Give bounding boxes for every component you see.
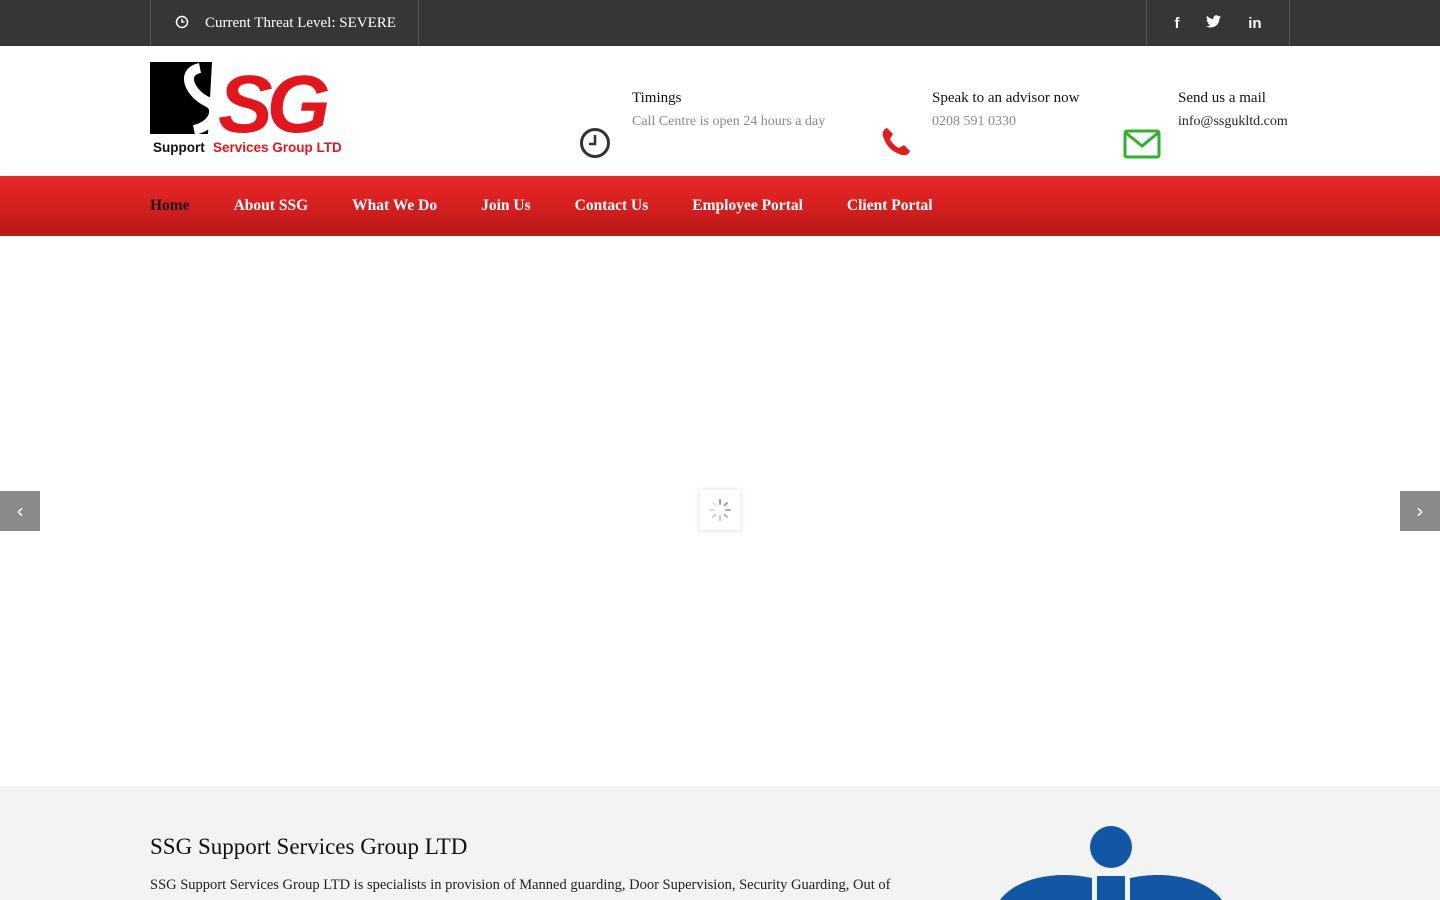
nav-item-what-we-do[interactable]: What We Do [352,197,437,215]
timings-label: Timings [632,90,682,106]
chevron-left-icon: ‹ [16,499,24,523]
mail-label: Send us a mail [1178,90,1266,106]
about-section: SSG Support Services Group LTD SSG Suppo… [0,786,1440,900]
twitter-icon[interactable] [1206,14,1222,32]
advisor-info: Speak to an advisor now 0208 591 0330 [932,88,1079,132]
nav-item-contact[interactable]: Contact Us [575,197,649,215]
about-title: SSG Support Services Group LTD [150,834,468,859]
timings-value: Call Centre is open 24 hours a day [632,114,826,129]
slider-prev-button[interactable]: ‹ [0,491,40,531]
phone-icon [880,126,912,163]
timings-info: Timings Call Centre is open 24 hours a d… [632,88,825,132]
envelope-icon [1123,128,1161,165]
chevron-right-icon: › [1416,499,1424,523]
loading-spinner [700,490,740,530]
nav-item-home[interactable]: Home [150,197,190,215]
logo-tagline-support: Support [153,140,205,155]
mail-address[interactable]: info@ssgukltd.com [1178,112,1288,132]
facebook-icon[interactable]: f [1174,15,1179,32]
social-links: f in [1146,0,1290,46]
mail-info: Send us a mail info@ssgukltd.com [1178,88,1288,132]
slider-next-button[interactable]: › [1400,491,1440,531]
ssg-logo[interactable]: SG Support Services Group LTD [150,59,350,156]
clock-icon [579,127,611,164]
hero-slider: ‹ › [0,236,1440,786]
clock-icon [175,15,189,29]
nav-item-about[interactable]: About SSG [234,197,309,215]
nav-item-employee-portal[interactable]: Employee Portal [692,197,803,215]
threat-level: Current Threat Level: SEVERE [150,0,419,46]
advisor-label: Speak to an advisor now [932,90,1080,106]
sia-logo [996,826,1226,900]
nav-item-client-portal[interactable]: Client Portal [847,197,933,215]
main-nav: Home About SSG What We Do Join Us Contac… [0,176,1440,236]
nav-item-join-us[interactable]: Join Us [481,197,531,215]
top-bar: Current Threat Level: SEVERE f in [0,0,1440,46]
linkedin-icon[interactable]: in [1248,15,1261,32]
about-text: SSG Support Services Group LTD is specia… [150,877,891,893]
logo-letters: SG [218,62,329,150]
advisor-phone[interactable]: 0208 591 0330 [932,112,1079,132]
logo-tagline-rest: Services Group LTD [213,140,342,155]
spinner-icon [709,499,731,521]
threat-level-text: Current Threat Level: SEVERE [205,14,396,31]
